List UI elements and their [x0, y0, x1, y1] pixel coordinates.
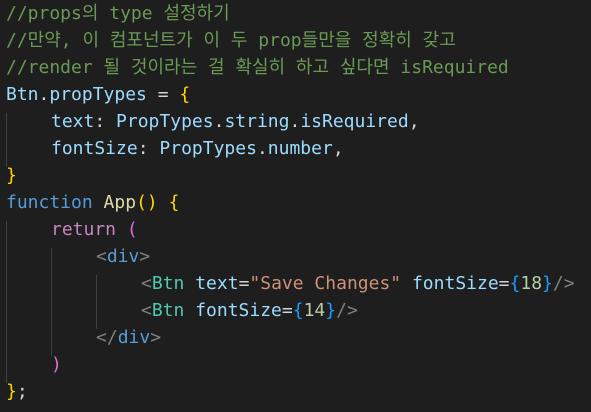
dot: .: [213, 111, 225, 132]
assign-operator: =: [146, 84, 180, 105]
object-key: text: [51, 111, 95, 132]
tag-name: div: [117, 327, 151, 348]
indent-guide: [96, 275, 97, 329]
code-line-8[interactable]: function App() {: [6, 189, 179, 216]
comment: //render 될 것이라는 걸 확실히 하고 싶다면 isRequired: [6, 57, 509, 78]
open-brace: {: [179, 84, 191, 105]
string-literal: "Save Changes": [249, 273, 402, 294]
comment: //만약, 이 컴포넌트가 이 두 prop들만을 정확히 갖고: [6, 30, 456, 51]
self-closing-tag: />: [552, 273, 575, 294]
attribute-name: fontSize: [195, 300, 282, 321]
expression-open-brace: {: [509, 273, 521, 294]
indent-guide: [6, 113, 7, 167]
number-literal: 18: [520, 273, 543, 294]
tag-open-bracket: <: [96, 246, 107, 267]
code-line-9[interactable]: return (: [51, 216, 138, 243]
function-name: App: [103, 192, 137, 213]
equals: =: [281, 300, 293, 321]
indent-guide: [6, 221, 7, 383]
object-key: fontSize: [51, 138, 138, 159]
code-line-1[interactable]: //props의 type 설정하기: [6, 0, 230, 27]
type-name: string: [224, 111, 290, 132]
comment: //props의 type 설정하기: [6, 3, 230, 24]
code-line-11[interactable]: <Btn text="Save Changes" fontSize={18}/>: [141, 270, 575, 297]
code-line-2[interactable]: //만약, 이 컴포넌트가 이 두 prop들만을 정확히 갖고: [6, 27, 456, 54]
code-line-7[interactable]: }: [6, 162, 17, 189]
code-line-6[interactable]: fontSize: PropTypes.number,: [51, 135, 344, 162]
semicolon: ;: [16, 381, 28, 402]
open-paren: (: [126, 219, 138, 240]
tag-open-bracket: <: [141, 273, 152, 294]
tag-close-bracket: >: [139, 246, 151, 267]
code-line-4[interactable]: Btn.propTypes = {: [6, 81, 190, 108]
object-name: Btn: [6, 84, 39, 105]
equals: =: [498, 273, 510, 294]
property-name: propTypes: [49, 84, 147, 105]
tag-close-bracket: >: [150, 327, 162, 348]
expression-open-brace: {: [292, 300, 304, 321]
code-line-12[interactable]: <Btn fontSize={14}/>: [141, 297, 358, 324]
open-brace: {: [168, 192, 180, 213]
dot: .: [256, 138, 268, 159]
type-name: number: [267, 138, 333, 159]
code-line-3[interactable]: //render 될 것이라는 걸 확실히 하고 싶다면 isRequired: [6, 54, 509, 81]
number-literal: 14: [303, 300, 326, 321]
indent-guide: [51, 248, 52, 356]
attribute-name: text: [195, 273, 239, 294]
proptypes-ref: PropTypes: [159, 138, 257, 159]
keyword-return: return: [51, 219, 117, 240]
code-line-10[interactable]: <div>: [96, 243, 150, 270]
expression-close-brace: }: [325, 300, 337, 321]
closing-tag-bracket: </: [96, 327, 118, 348]
component-name: Btn: [151, 300, 185, 321]
self-closing-tag: />: [336, 300, 358, 321]
code-line-5[interactable]: text: PropTypes.string.isRequired,: [51, 108, 420, 135]
code-line-15[interactable]: };: [6, 378, 28, 405]
code-editor[interactable]: //props의 type 설정하기 //만약, 이 컴포넌트가 이 두 pro…: [0, 0, 591, 412]
code-line-14[interactable]: ): [51, 351, 62, 378]
tag-open-bracket: <: [141, 300, 152, 321]
proptypes-ref: PropTypes: [116, 111, 214, 132]
attribute-name: fontSize: [411, 273, 499, 294]
required-flag: isRequired: [300, 111, 409, 132]
code-line-13[interactable]: </div>: [96, 324, 161, 351]
keyword-function: function: [6, 192, 93, 213]
equals: =: [238, 273, 250, 294]
close-paren: ): [51, 354, 62, 375]
dot: .: [38, 84, 50, 105]
expression-close-brace: }: [542, 273, 553, 294]
parens: (): [136, 192, 158, 213]
tag-name: div: [106, 246, 140, 267]
colon: :: [94, 111, 117, 132]
colon: :: [137, 138, 160, 159]
component-name: Btn: [151, 273, 185, 294]
close-brace: }: [6, 381, 17, 402]
close-brace: }: [6, 165, 17, 186]
dot: .: [289, 111, 301, 132]
comma: ,: [332, 138, 344, 159]
comma: ,: [408, 111, 420, 132]
